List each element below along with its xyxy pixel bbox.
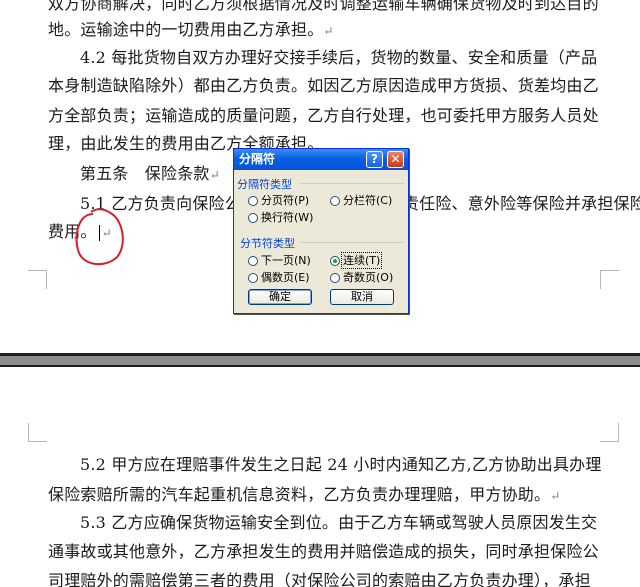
text-cursor [98,224,100,241]
document-page-2[interactable]: 5.2 甲方应在理赔事件发生之日起 24 小时内通知乙方,乙方协助出具办理 保险… [0,367,640,587]
dialog-title: 分隔符 [239,152,276,166]
text-line: 通事故或其他意外，乙方承担发生的费用并赔偿造成的损失，同时承担保险公 [48,542,599,561]
text-line: 保险索赔所需的汽车起重机信息资料，乙方负责办理理赔，甲方协助。↵ [48,485,561,504]
option-column-break[interactable]: 分栏符(C) [330,192,392,208]
crop-mark [28,423,47,442]
option-odd-page[interactable]: 奇数页(O) [330,269,393,285]
radio-icon [330,196,340,206]
text-line: 本身制造缺陷除外）都由乙方负责。如因乙方原因造成甲方货损、货差均由乙 [48,76,599,95]
text-line: 地。运输途中的一切费用由乙方承担。↵ [48,20,334,39]
close-icon: ✕ [390,152,401,166]
break-dialog[interactable]: 分隔符 ? ✕ 分隔符类型 分页符(P) 分栏符(C) 换行符(W) 分节符类型… [233,148,409,314]
page-gap [0,353,640,367]
option-even-page[interactable]: 偶数页(E) [248,269,310,285]
option-page-break[interactable]: 分页符(P) [248,192,309,208]
text-line: 5.2 甲方应在理赔事件发生之日起 24 小时内通知乙方,乙方协助出具办理 [80,455,602,474]
text-line: 双方协商解决，同时乙方须根据情况及时调整运输车辆确保货物及时到达目的 [48,0,599,13]
crop-mark [600,270,619,289]
radio-selected-icon [330,256,340,266]
radio-icon [330,273,340,283]
text-line: 方全部负责；运输造成的质量问题，乙方自行处理，也可委托甲方服务人员处 [48,106,599,125]
help-button[interactable]: ? [366,151,383,168]
radio-icon [248,196,258,206]
option-line-break[interactable]: 换行符(W) [248,209,313,225]
text-line: 5.3 乙方应确保货物运输安全到位。由于乙方车辆或驾驶人员原因发生交 [80,513,598,532]
break-type-group-title: 分隔符类型 [237,178,292,191]
radio-icon [248,213,258,223]
crop-mark [28,270,47,289]
cancel-button[interactable]: 取消 [330,289,394,305]
radio-icon [248,273,258,283]
radio-icon [248,256,258,266]
close-button[interactable]: ✕ [387,151,404,168]
text-line: 4.2 每批货物自双方办理好交接手续后，货物的数量、安全和质量（产品 [80,48,598,67]
section-break-group-title: 分节符类型 [240,237,295,250]
group-divider [300,183,404,184]
group-divider [300,242,404,243]
ok-button[interactable]: 确定 [248,289,312,305]
option-next-page[interactable]: 下一页(N) [248,252,311,268]
crop-mark [600,423,619,442]
option-continuous[interactable]: 连续(T) [330,252,383,269]
text-line: 司理赔外的需赔偿第三者的费用（对保险公司的索赔由乙方负责办理），承担 [48,571,591,587]
help-icon: ? [371,152,378,166]
dialog-title-bar[interactable]: 分隔符 ? ✕ [234,149,408,170]
